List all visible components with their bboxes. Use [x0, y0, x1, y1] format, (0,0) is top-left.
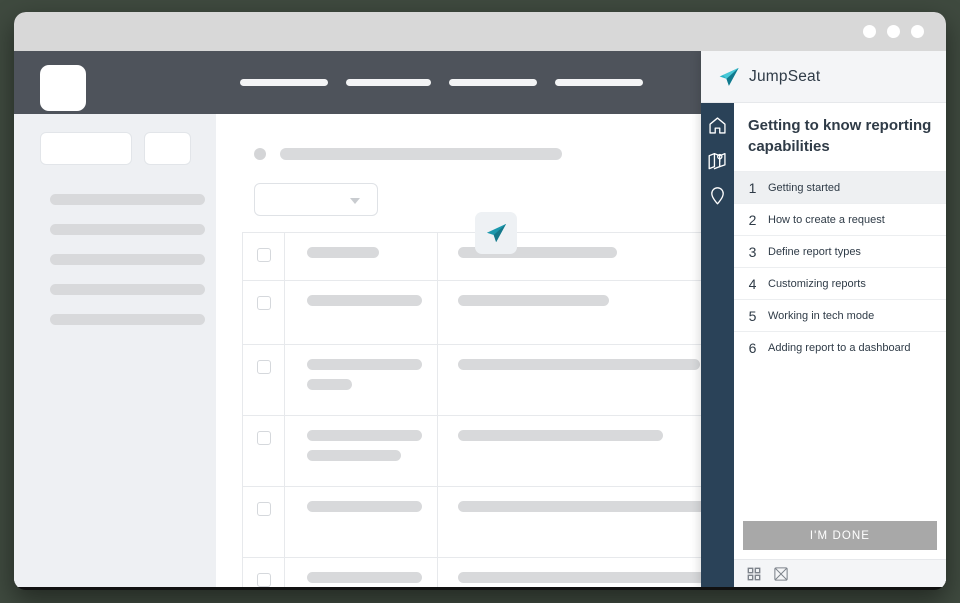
sidebar-button-wide[interactable] — [40, 132, 132, 165]
table-cell-column-1 — [285, 345, 438, 415]
cell-placeholder — [307, 430, 422, 441]
step-label: Define report types — [768, 245, 861, 258]
cell-placeholder — [458, 572, 718, 583]
home-icon[interactable] — [707, 115, 728, 136]
row-checkbox[interactable] — [256, 360, 271, 374]
cell-placeholder — [307, 572, 422, 583]
close-box-icon[interactable] — [774, 566, 788, 581]
nav-item-3[interactable] — [449, 79, 537, 86]
sidebar-buttons — [40, 132, 191, 165]
desktop-background: JumpSeat Getting to know reporting capab… — [0, 0, 960, 603]
close-dot[interactable] — [911, 25, 924, 38]
jumpseat-guide-panel: JumpSeat Getting to know reporting capab… — [701, 51, 946, 587]
panel-brand-header: JumpSeat — [701, 51, 946, 103]
step-number: 5 — [748, 307, 757, 324]
step-item-3[interactable]: 3 Define report types — [734, 235, 946, 268]
row-checkbox[interactable] — [256, 502, 271, 516]
step-number: 3 — [748, 243, 757, 260]
table-cell-column-1 — [285, 558, 438, 587]
sidebar-button-narrow[interactable] — [144, 132, 191, 165]
cell-placeholder — [458, 430, 663, 441]
cell-placeholder — [307, 501, 422, 512]
panel-icon-rail — [701, 103, 734, 587]
table-cell-column-1 — [285, 281, 438, 344]
panel-step-list: 1 Getting started 2 How to create a requ… — [734, 171, 946, 512]
table-cell-column-1 — [285, 487, 438, 557]
table-cell-checkbox — [243, 233, 285, 280]
table-cell-checkbox — [243, 487, 285, 557]
maximize-dot[interactable] — [887, 25, 900, 38]
sidebar-item-placeholder[interactable] — [50, 314, 205, 325]
step-label: Adding report to a dashboard — [768, 341, 911, 354]
cell-placeholder — [307, 247, 379, 258]
page-title-skeleton — [254, 148, 562, 160]
panel-lower: Getting to know reporting capabilities 1… — [701, 103, 946, 587]
table-cell-checkbox — [243, 416, 285, 486]
grid-icon[interactable] — [747, 567, 761, 581]
nav-item-4[interactable] — [555, 79, 643, 86]
nav-item-1[interactable] — [240, 79, 328, 86]
cell-placeholder — [307, 359, 422, 370]
browser-window: JumpSeat Getting to know reporting capab… — [14, 12, 946, 590]
cell-placeholder — [307, 295, 422, 306]
step-number: 6 — [748, 339, 757, 356]
row-checkbox[interactable] — [256, 573, 271, 587]
cell-placeholder — [307, 379, 352, 390]
sidebar-item-placeholder[interactable] — [50, 254, 205, 265]
browser-viewport: JumpSeat Getting to know reporting capab… — [14, 51, 946, 587]
step-label: How to create a request — [768, 213, 885, 226]
step-number: 2 — [748, 211, 757, 228]
table-cell-column-1 — [285, 233, 438, 280]
filter-dropdown[interactable] — [254, 183, 378, 216]
minimize-dot[interactable] — [863, 25, 876, 38]
panel-action-area: I'M DONE — [734, 512, 946, 559]
step-number: 4 — [748, 275, 757, 292]
app-logo-placeholder[interactable] — [40, 65, 86, 111]
brand-name: JumpSeat — [749, 67, 821, 85]
im-done-button[interactable]: I'M DONE — [743, 521, 937, 550]
table-cell-checkbox — [243, 345, 285, 415]
step-label: Customizing reports — [768, 277, 866, 290]
step-item-1[interactable]: 1 Getting started — [734, 171, 946, 204]
cell-placeholder — [458, 295, 609, 306]
cell-placeholder — [458, 359, 700, 370]
browser-titlebar — [14, 12, 946, 51]
sidebar-item-placeholder[interactable] — [50, 194, 205, 205]
panel-title: Getting to know reporting capabilities — [734, 103, 946, 172]
row-checkbox[interactable] — [256, 248, 271, 262]
sidebar-skeleton-list — [50, 194, 205, 325]
page-title-placeholder — [280, 148, 562, 160]
chevron-down-icon — [350, 198, 360, 204]
table-cell-checkbox — [243, 281, 285, 344]
paper-plane-logo-icon — [719, 67, 739, 86]
row-checkbox[interactable] — [256, 296, 271, 310]
location-pin-icon[interactable] — [707, 185, 728, 206]
row-checkbox[interactable] — [256, 431, 271, 445]
sidebar-item-placeholder[interactable] — [50, 224, 205, 235]
nav-item-2[interactable] — [346, 79, 431, 86]
sidebar-item-placeholder[interactable] — [50, 284, 205, 295]
title-bullet-icon — [254, 148, 266, 160]
jumpseat-launcher-button[interactable] — [475, 212, 517, 254]
window-controls — [863, 25, 924, 38]
table-cell-column-1 — [285, 416, 438, 486]
panel-content: Getting to know reporting capabilities 1… — [734, 103, 946, 587]
step-number: 1 — [748, 179, 757, 196]
step-label: Working in tech mode — [768, 309, 875, 322]
panel-footer — [734, 559, 946, 587]
paper-plane-icon — [486, 223, 506, 242]
step-item-4[interactable]: 4 Customizing reports — [734, 267, 946, 300]
step-item-2[interactable]: 2 How to create a request — [734, 203, 946, 236]
step-item-6[interactable]: 6 Adding report to a dashboard — [734, 331, 946, 364]
map-pin-icon[interactable] — [707, 150, 728, 171]
cell-placeholder — [458, 501, 718, 512]
table-cell-checkbox — [243, 558, 285, 587]
step-label: Getting started — [768, 181, 841, 194]
app-sidebar — [14, 114, 216, 587]
app-navigation — [240, 79, 643, 86]
cell-placeholder — [307, 450, 401, 461]
step-item-5[interactable]: 5 Working in tech mode — [734, 299, 946, 332]
